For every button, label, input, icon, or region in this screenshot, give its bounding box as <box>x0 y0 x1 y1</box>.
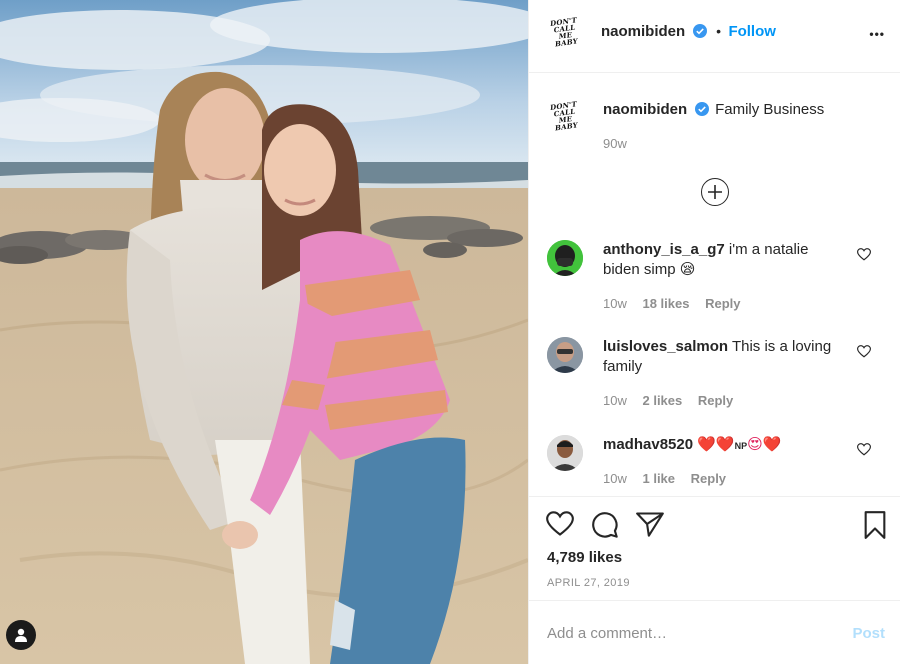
post-sidebar: DON'T CALL ME BABY naomibiden • Follow •… <box>528 0 900 664</box>
plus-icon <box>708 185 722 199</box>
comment-emoji: 😍❤️ <box>747 436 782 453</box>
post-photo[interactable] <box>0 0 528 664</box>
more-options-icon: ••• <box>869 27 885 41</box>
follow-button[interactable]: Follow <box>728 23 776 40</box>
user-tag-icon <box>15 628 27 642</box>
verified-badge-icon <box>694 102 709 116</box>
comment-meta: 10w 18 likes Reply <box>603 296 753 311</box>
avatar-image <box>547 435 583 471</box>
caption-age[interactable]: 90w <box>603 136 627 151</box>
author-avatar[interactable]: DON'T CALL ME BABY <box>547 14 583 50</box>
comment-likes[interactable]: 18 likes <box>642 296 689 311</box>
beach-photo <box>0 0 528 664</box>
caption-avatar[interactable]: DON'T CALL ME BABY <box>547 98 583 134</box>
avatar-image <box>547 337 583 373</box>
comment-composer: Add a comment… Post <box>529 600 900 664</box>
reply-button[interactable]: Reply <box>691 471 726 486</box>
commenter-avatar[interactable] <box>547 435 583 471</box>
post-comment-button[interactable]: Post <box>852 625 885 642</box>
comment-age[interactable]: 10w <box>603 393 627 408</box>
comment-body: anthony_is_a_g7 i'm a natalie biden simp… <box>603 240 843 280</box>
caption-text: Family Business <box>715 101 825 118</box>
comment-age[interactable]: 10w <box>603 471 627 486</box>
comment-icon[interactable] <box>591 511 619 539</box>
commenter-username[interactable]: anthony_is_a_g7 <box>603 241 725 258</box>
comment-emoji: ❤️❤️ <box>697 436 735 453</box>
np-text: NP <box>734 441 748 451</box>
comment-body: luisloves_salmon This is a loving family <box>603 337 843 377</box>
more-options-button[interactable]: ••• <box>869 26 885 41</box>
post-header: DON'T CALL ME BABY naomibiden • Follow •… <box>529 0 900 73</box>
commenter-username[interactable]: madhav8520 <box>603 436 693 453</box>
reply-button[interactable]: Reply <box>705 296 740 311</box>
bookmark-icon[interactable] <box>863 511 887 539</box>
like-comment-icon[interactable] <box>857 248 871 261</box>
load-more-comments-button[interactable] <box>701 178 729 206</box>
likes-count[interactable]: 4,789 likes <box>547 549 622 566</box>
comment-emoji: 😪 <box>679 261 696 278</box>
comment-age[interactable]: 10w <box>603 296 627 311</box>
caption-username[interactable]: naomibiden <box>603 101 687 118</box>
separator-dot: • <box>716 23 721 39</box>
post-date[interactable]: APRIL 27, 2019 <box>547 577 630 589</box>
avatar-image <box>547 240 583 276</box>
commenter-username[interactable]: luisloves_salmon <box>603 338 728 355</box>
comment-body: madhav8520 ❤️❤️NP😍❤️ <box>603 435 843 456</box>
share-icon[interactable] <box>636 511 664 537</box>
comment-meta: 10w 2 likes Reply <box>603 393 745 408</box>
action-bar: 4,789 likes APRIL 27, 2019 <box>529 496 900 600</box>
brand-logo: DON'T CALL ME BABY <box>549 15 579 49</box>
commenter-avatar[interactable] <box>547 337 583 373</box>
add-comment-input[interactable]: Add a comment… <box>547 625 667 642</box>
comment-likes[interactable]: 1 like <box>642 471 675 486</box>
like-comment-icon[interactable] <box>857 443 871 456</box>
brand-logo: DON'T CALL ME BABY <box>549 99 579 133</box>
comment-likes[interactable]: 2 likes <box>642 393 682 408</box>
verified-badge-icon <box>692 24 707 38</box>
like-comment-icon[interactable] <box>857 345 871 358</box>
reply-button[interactable]: Reply <box>698 393 733 408</box>
like-icon[interactable] <box>546 511 574 537</box>
comment-meta: 10w 1 like Reply <box>603 471 738 486</box>
commenter-avatar[interactable] <box>547 240 583 276</box>
author-username[interactable]: naomibiden <box>601 23 685 40</box>
user-tag-button[interactable] <box>6 620 36 650</box>
